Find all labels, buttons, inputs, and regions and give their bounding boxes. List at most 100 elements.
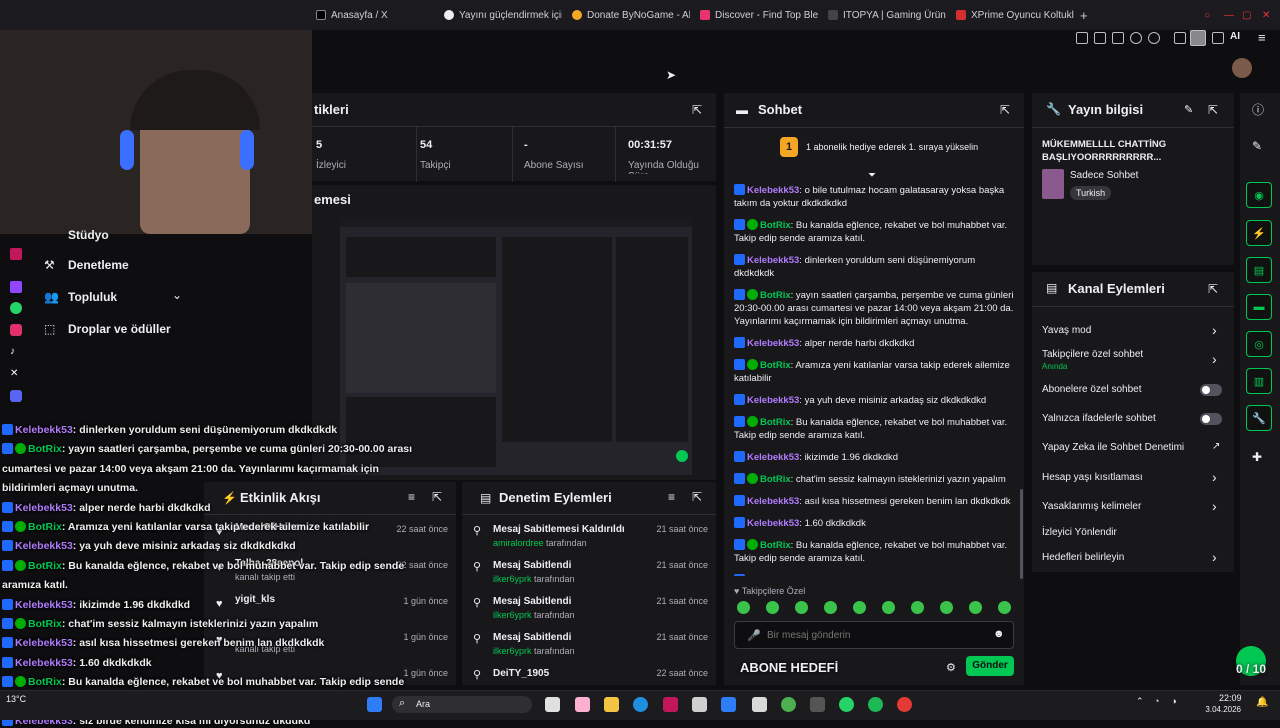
action-slow-mode[interactable]: Yavaş mod	[1042, 325, 1091, 336]
settings-icon[interactable]: ⚙	[946, 661, 956, 674]
edge-icon[interactable]	[633, 697, 648, 712]
chat-username[interactable]: BotRix	[760, 540, 791, 551]
emote-icon[interactable]	[824, 601, 837, 614]
popout-icon[interactable]: ⇱	[432, 490, 442, 504]
task-view-icon[interactable]	[545, 697, 560, 712]
ai-button[interactable]: AI	[1230, 31, 1240, 42]
emoji-icon[interactable]: ☻	[993, 628, 1005, 640]
notifications-icon[interactable]: 🔔	[1256, 697, 1268, 708]
edit-icon[interactable]: ✎	[1252, 139, 1262, 153]
maximize-icon[interactable]: ▢	[1242, 6, 1254, 24]
user-avatar[interactable]	[1232, 58, 1252, 78]
opera-icon[interactable]	[897, 697, 912, 712]
moderation-user[interactable]: amiralordree	[493, 538, 544, 548]
whatsapp-icon[interactable]	[10, 302, 22, 314]
chat-username[interactable]: BotRix	[760, 290, 791, 301]
subs-chat-toggle[interactable]	[1200, 384, 1222, 396]
emote-icon[interactable]	[911, 601, 924, 614]
minimize-icon[interactable]: —	[1224, 6, 1236, 24]
mail-icon[interactable]	[721, 697, 736, 712]
chat-username[interactable]: Kelebekk53	[747, 338, 799, 349]
chat-username[interactable]: Kelebekk53	[747, 518, 799, 529]
filter-icon[interactable]: ≡	[408, 490, 415, 504]
tab-xprime[interactable]: XPrime Oyuncu Koltukları	[956, 6, 1074, 24]
chat-input-box[interactable]: 🎤 ☻	[734, 621, 1014, 649]
moderation-user[interactable]: ilker6yprk	[493, 574, 532, 584]
chat-username[interactable]: BotRix	[760, 474, 791, 485]
obs-icon[interactable]	[810, 697, 825, 712]
bookmark-icon[interactable]	[1076, 32, 1088, 44]
extensions-icon[interactable]	[1174, 32, 1186, 44]
microphone-icon[interactable]: 🎤	[747, 629, 761, 642]
profile-avatar[interactable]	[1190, 30, 1206, 46]
chat-username[interactable]: Kelebekk53	[747, 575, 799, 576]
tab-itopya[interactable]: ITOPYA | Gaming Ürünler	[828, 6, 946, 24]
list-widget-button[interactable]: ▥	[1246, 368, 1272, 394]
chrome-icon[interactable]	[781, 697, 796, 712]
action-followers-chat[interactable]: Takipçilere özel sohbet	[1042, 349, 1143, 360]
new-tab-button[interactable]: +	[1080, 6, 1092, 24]
send-button[interactable]: Gönder	[966, 656, 1014, 676]
heart-icon[interactable]	[1148, 32, 1160, 44]
emote-icon[interactable]	[969, 601, 982, 614]
action-emote-only[interactable]: Yalnızca ifadelerle sohbet	[1042, 413, 1156, 424]
volume-icon[interactable]: ◗	[1172, 696, 1177, 706]
chevron-right-icon[interactable]: ›	[1212, 322, 1217, 338]
tiktok-icon[interactable]: ♪	[10, 346, 22, 358]
stats-widget-button[interactable]: ◉	[1246, 182, 1272, 208]
clock-time[interactable]: 22:09	[1219, 693, 1242, 703]
chat-widget-button[interactable]: ▬	[1246, 294, 1272, 320]
moderation-user[interactable]: ilker6yprk	[493, 610, 532, 620]
app-icon[interactable]	[663, 697, 678, 712]
chat-username[interactable]: Kelebekk53	[747, 395, 799, 406]
download-icon[interactable]	[1212, 32, 1224, 44]
popout-icon[interactable]: ⇱	[1208, 282, 1218, 296]
wrench-widget-button[interactable]: 🔧	[1246, 405, 1272, 431]
emote-icon[interactable]	[795, 601, 808, 614]
clock-date[interactable]: 3.04.2026	[1204, 705, 1241, 714]
activity-user[interactable]: yigit_kls	[235, 594, 275, 605]
windows-start-icon[interactable]	[367, 697, 382, 712]
chat-username[interactable]: BotRix	[760, 220, 791, 231]
add-widget-icon[interactable]: ✚	[1252, 450, 1262, 464]
broadcast-icon[interactable]: ◎	[1246, 331, 1272, 357]
emote-icon[interactable]	[853, 601, 866, 614]
x-icon[interactable]: ✕	[10, 368, 22, 380]
kick-icon[interactable]	[10, 248, 22, 260]
action-set-goals[interactable]: Hedefleri belirleyin	[1042, 552, 1124, 563]
popout-icon[interactable]: ⇱	[692, 490, 702, 504]
chat-scrollbar[interactable]	[1020, 489, 1023, 579]
sidebar-item-moderation[interactable]: Denetleme	[68, 258, 129, 272]
chevron-right-icon[interactable]: ›	[1212, 498, 1217, 514]
chat-username[interactable]: Kelebekk53	[747, 496, 799, 507]
sidebar-icon[interactable]	[1112, 32, 1124, 44]
chat-username[interactable]: Kelebekk53	[747, 452, 799, 463]
play-icon[interactable]	[1130, 32, 1142, 44]
emote-icon[interactable]	[766, 601, 779, 614]
network-icon[interactable]: ◔	[1154, 696, 1159, 706]
hype-train-text[interactable]: 1 abonelik hediye ederek 1. sıraya yükse…	[806, 142, 978, 152]
emote-only-toggle[interactable]	[1200, 413, 1222, 425]
chevron-right-icon[interactable]: ›	[1212, 469, 1217, 485]
emote-icon[interactable]	[737, 601, 750, 614]
filter-icon[interactable]: ≡	[668, 490, 675, 504]
instagram-icon[interactable]	[10, 324, 22, 336]
twitch-icon[interactable]	[10, 281, 22, 293]
search-icon[interactable]: ○	[1204, 6, 1216, 24]
weather-temp[interactable]: 13°C	[6, 694, 26, 704]
action-subs-chat[interactable]: Abonelere özel sohbet	[1042, 384, 1142, 395]
tab-boost[interactable]: Yayını güçlendirmek için	[444, 6, 562, 24]
action-redirect-viewers[interactable]: İzleyici Yönlendir	[1042, 527, 1117, 538]
chat-username[interactable]: Kelebekk53	[747, 185, 799, 196]
lightning-icon[interactable]: ⚡	[1246, 220, 1272, 246]
chevron-down-icon[interactable]: ⌄	[172, 288, 182, 302]
document-icon[interactable]: ▤	[1246, 257, 1272, 283]
taskbar-search[interactable]: ⌕ Ara	[392, 696, 532, 713]
copilot-icon[interactable]	[575, 697, 590, 712]
chat-username[interactable]: BotRix	[760, 360, 791, 371]
chat-username[interactable]: Kelebekk53	[747, 255, 799, 266]
spotify-icon[interactable]	[868, 697, 883, 712]
tab-donate[interactable]: Donate ByNoGame - Akab	[572, 6, 690, 24]
collapse-icon[interactable]: ⏷	[868, 170, 876, 181]
sidebar-item-drops[interactable]: Droplar ve ödüller	[68, 322, 171, 336]
